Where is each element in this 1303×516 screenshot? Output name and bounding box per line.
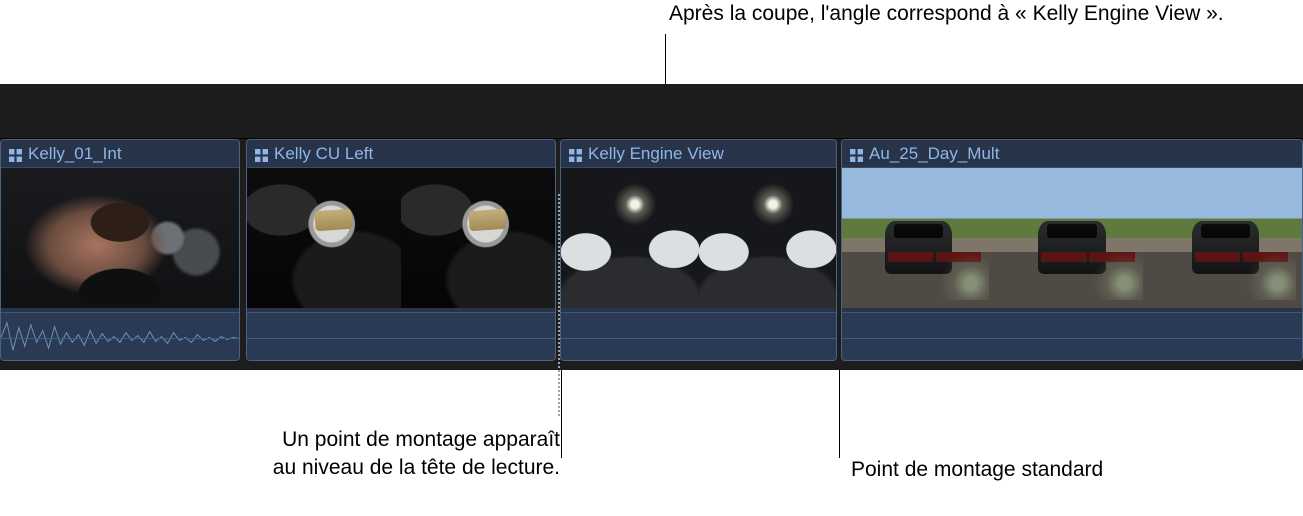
multicam-icon (569, 147, 582, 160)
clip-audio[interactable] (247, 312, 555, 361)
clip-title-bar: Kelly Engine View (561, 140, 836, 168)
clip-thumbnails (247, 168, 555, 308)
annotation-br-text: Point de montage standard (851, 458, 1103, 481)
clip-au-25-day-mult[interactable]: Au_25_Day_Mult (841, 139, 1303, 361)
thumbnail (842, 168, 995, 308)
clip-thumbnails (842, 168, 1302, 308)
thumbnail (1, 168, 239, 308)
video-track[interactable]: Kelly_01_Int Kelly CU Left (0, 139, 1303, 361)
clip-kelly-cu-left[interactable]: Kelly CU Left (246, 139, 556, 361)
clip-title-bar: Kelly CU Left (247, 140, 555, 168)
clip-title-bar: Kelly_01_Int (1, 140, 239, 168)
annotation-bottom-right: Point de montage standard (851, 456, 1251, 484)
callout-line-bottom-left (561, 370, 562, 458)
clip-audio[interactable] (561, 312, 836, 361)
thumbnail (1149, 168, 1302, 308)
clip-thumbnails (561, 168, 836, 308)
clip-audio[interactable] (842, 312, 1302, 361)
audio-midline (247, 338, 555, 339)
timeline[interactable]: Kelly_01_Int Kelly CU Left (0, 84, 1303, 370)
thumbnail (995, 168, 1148, 308)
annotation-bl-line1: Un point de montage apparaît (282, 428, 560, 451)
thumbnail (561, 168, 699, 308)
annotation-top: Après la coupe, l'angle correspond à « K… (669, 0, 1269, 28)
clip-thumbnails (1, 168, 239, 308)
clip-label: Kelly_01_Int (28, 144, 122, 164)
annotation-bottom-left: Un point de montage apparaît au niveau d… (95, 426, 560, 483)
clip-kelly-engine-view[interactable]: Kelly Engine View (560, 139, 837, 361)
callout-line-bottom-right (839, 370, 840, 458)
annotation-bl-line2: au niveau de la tête de lecture. (273, 456, 560, 479)
thumbnail (699, 168, 837, 308)
annotation-top-text: Après la coupe, l'angle correspond à « K… (669, 2, 1224, 25)
clip-kelly-01-int[interactable]: Kelly_01_Int (0, 139, 240, 361)
multicam-icon (9, 147, 22, 160)
thumbnail (401, 168, 555, 308)
clip-label: Au_25_Day_Mult (869, 144, 999, 164)
clip-title-bar: Au_25_Day_Mult (842, 140, 1302, 168)
audio-midline (842, 338, 1302, 339)
clip-audio[interactable] (1, 312, 239, 361)
thumbnail (247, 168, 401, 308)
audio-midline (561, 338, 836, 339)
multicam-icon (255, 147, 268, 160)
clip-label: Kelly CU Left (274, 144, 373, 164)
multicam-icon (850, 147, 863, 160)
clip-label: Kelly Engine View (588, 144, 724, 164)
audio-midline (1, 338, 239, 339)
